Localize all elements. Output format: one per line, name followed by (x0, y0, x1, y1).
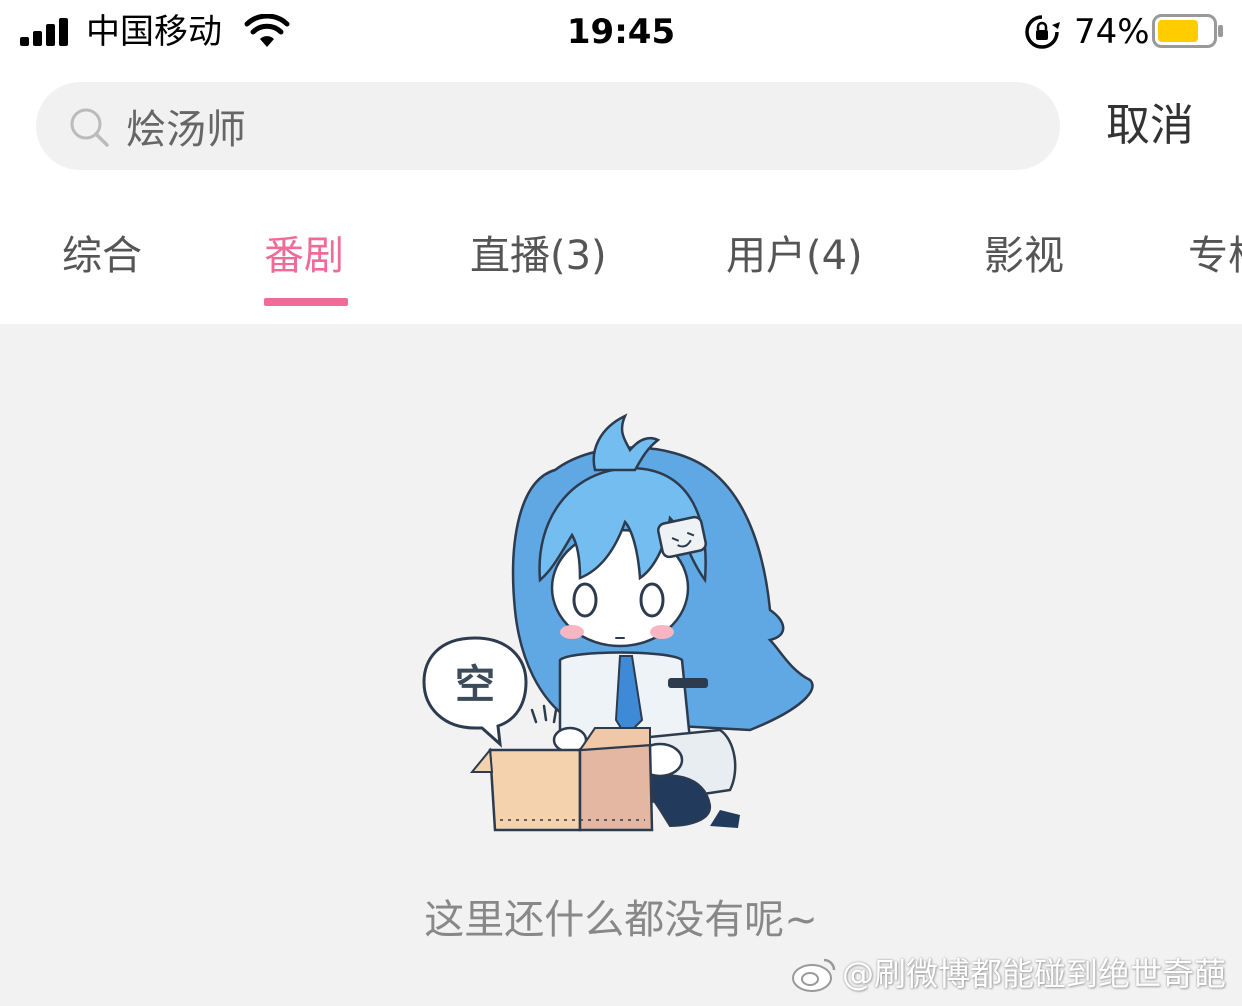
battery-icon (1152, 14, 1223, 48)
empty-bubble-text: 空 (455, 662, 495, 708)
watermark-text: @刷微博都能碰到绝世奇葩 (842, 955, 1227, 993)
empty-state-message: 这里还什么都没有呢~ (424, 897, 818, 943)
search-icon (70, 108, 109, 147)
tab-anime[interactable]: 番剧 (264, 228, 344, 284)
weibo-logo-icon (792, 958, 836, 992)
tab-articles[interactable]: 专栏 (1188, 228, 1242, 284)
tab-live[interactable]: 直播(3) (470, 228, 607, 284)
cancel-button[interactable]: 取消 (1106, 98, 1194, 154)
result-tabs: 综合 番剧 直播(3) 用户(4) 影视 专栏 (0, 196, 1242, 324)
status-bar: 中国移动 19:45 74% (0, 0, 1242, 64)
battery-percent: 74% (1074, 12, 1150, 52)
tv-girl-empty-box-illustration: 空 (422, 413, 814, 832)
search-input[interactable] (126, 100, 1006, 152)
active-tab-indicator (264, 298, 348, 306)
tab-general[interactable]: 综合 (62, 228, 142, 284)
tab-users[interactable]: 用户(4) (726, 228, 863, 284)
tab-movies[interactable]: 影视 (984, 228, 1064, 284)
rotation-lock-icon (1025, 15, 1060, 49)
search-bar[interactable] (36, 82, 1060, 170)
search-results-area: 空 这里还什么都没有呢~ @刷微博都能碰到绝世奇葩 (0, 324, 1242, 1006)
